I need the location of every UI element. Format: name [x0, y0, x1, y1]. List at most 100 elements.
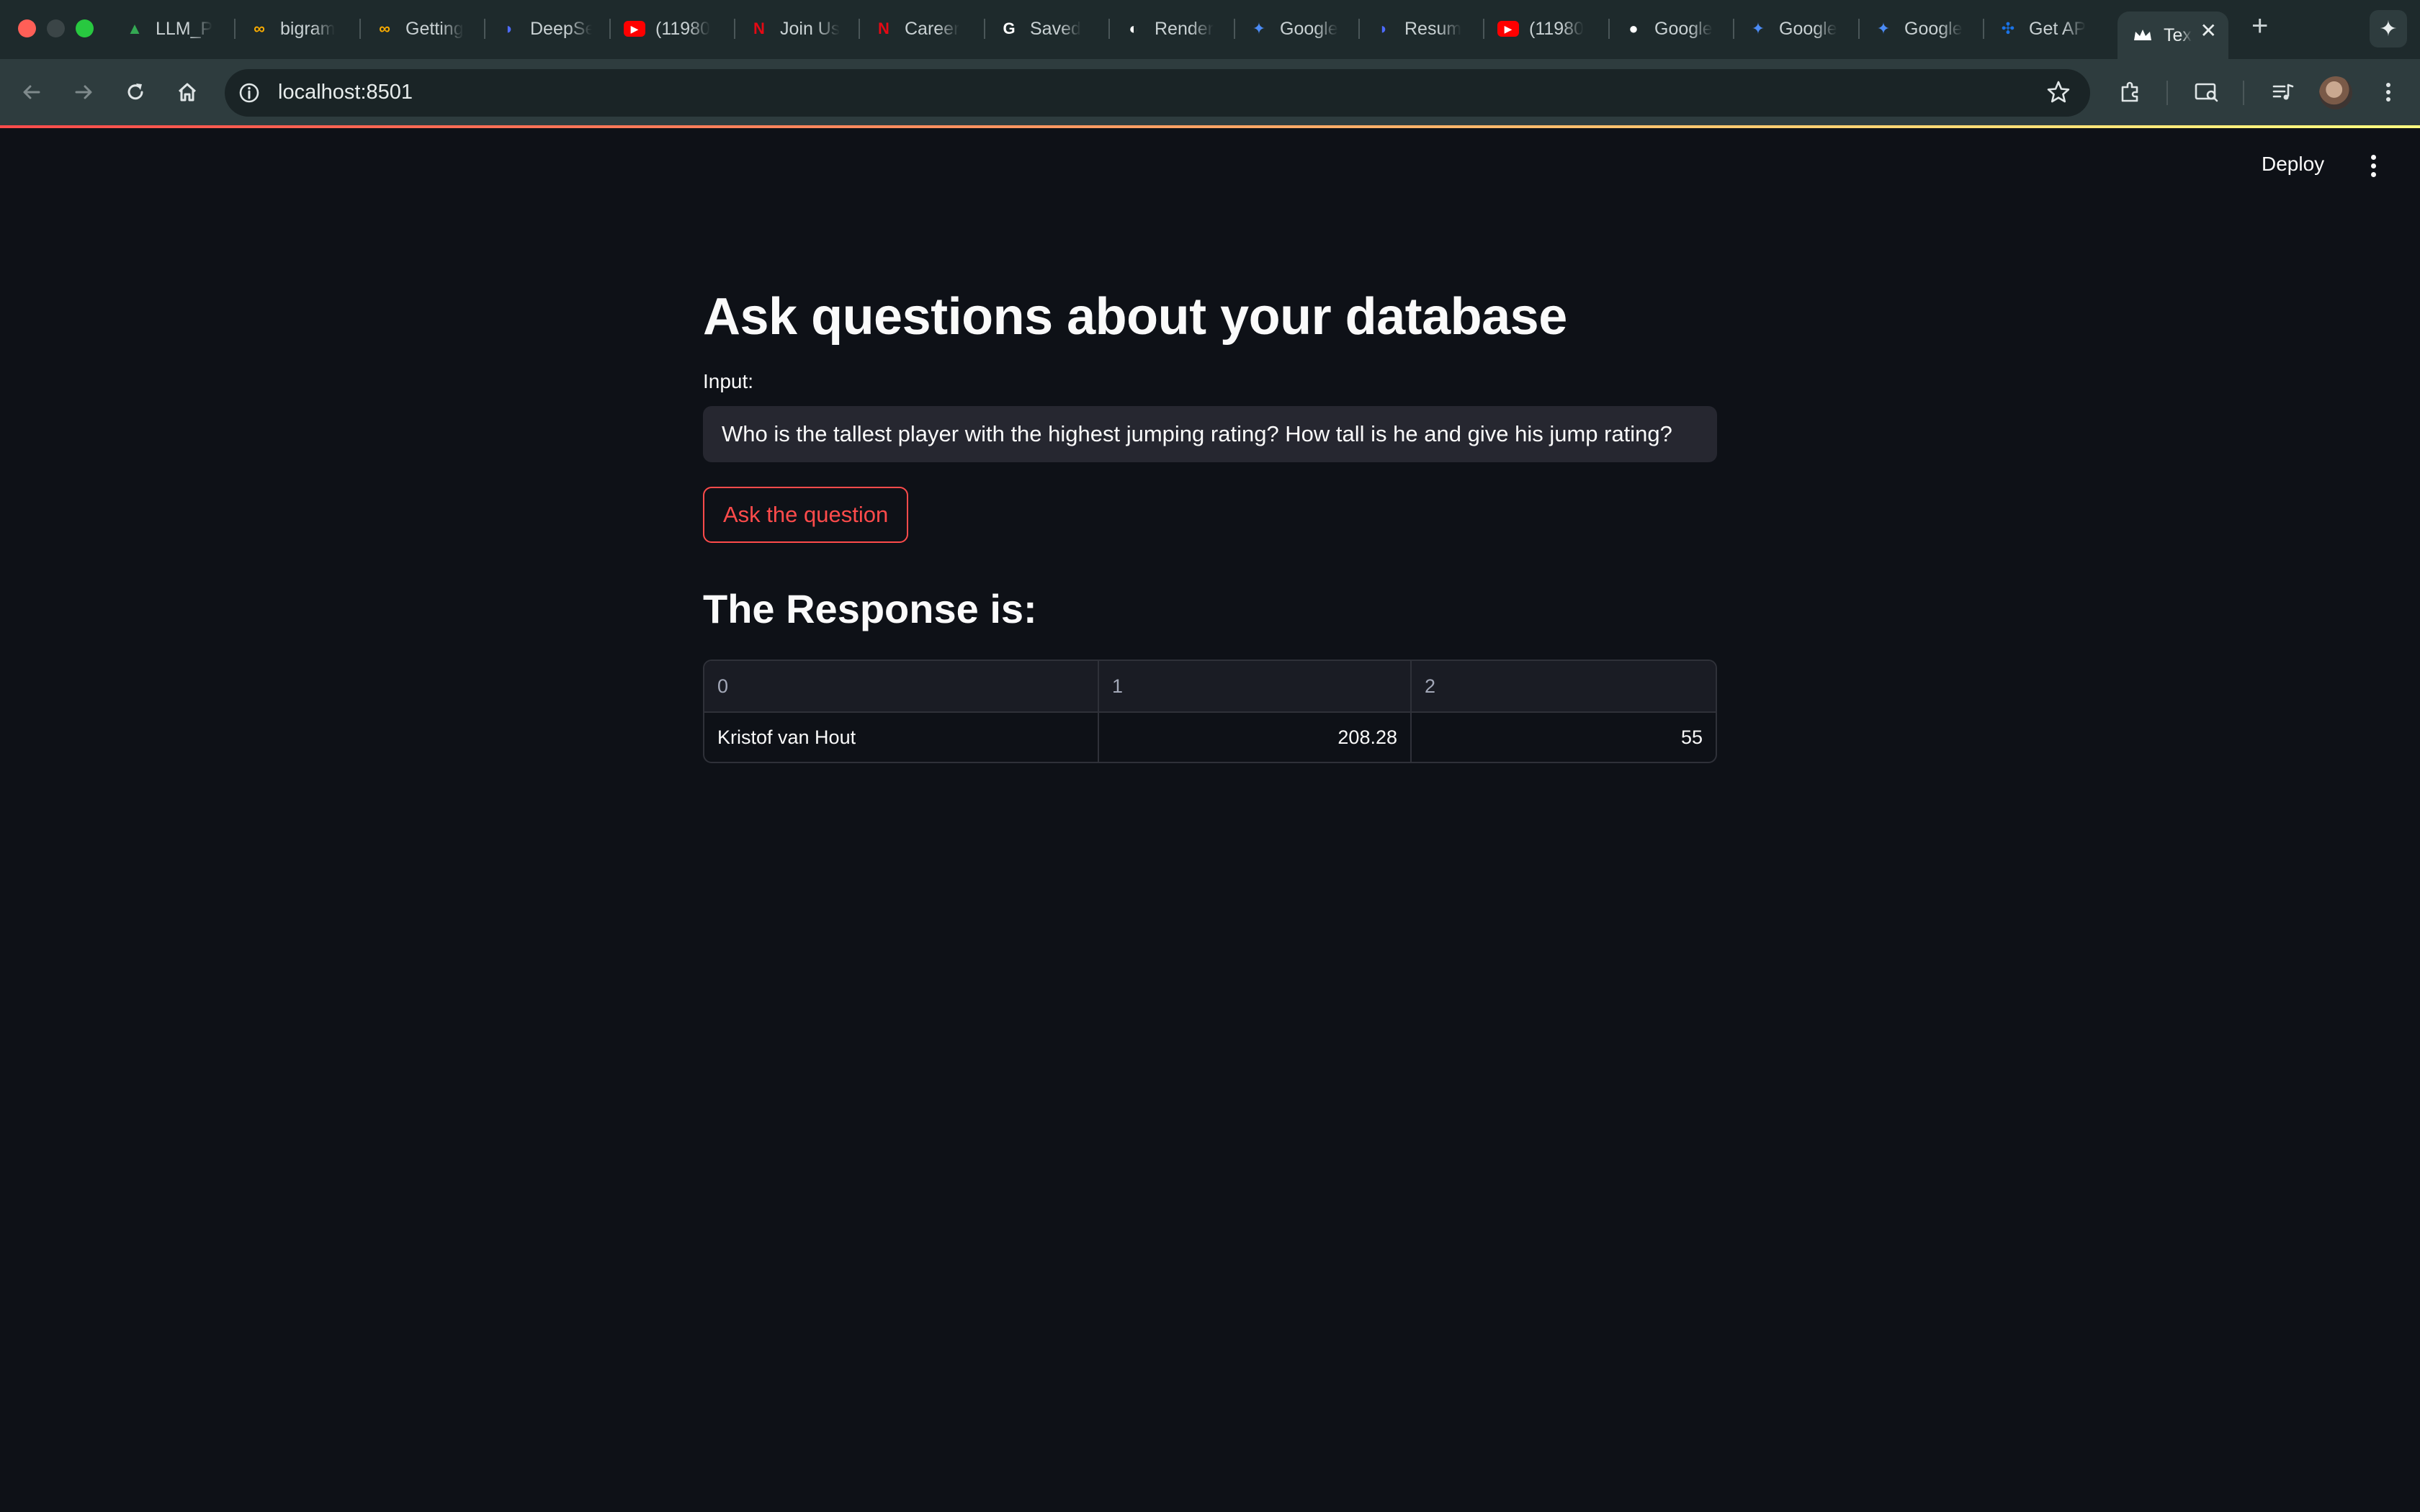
active-tab-label: Tex [2164, 24, 2192, 45]
colab-icon: ∞ [254, 19, 265, 37]
browser-tab[interactable]: ◗ Resum [1373, 12, 1495, 46]
tab-label: Getting [405, 18, 464, 39]
browser-tab[interactable]: ✦ Google [1873, 12, 1995, 46]
tab-label: DeepSe [530, 18, 592, 39]
table-header-row: 0 1 2 [704, 661, 1716, 711]
browser-tab[interactable]: ◐ Render [1123, 12, 1245, 46]
api-icon: ✣ [2001, 19, 2015, 37]
tab-label: Google [1280, 18, 1338, 39]
tab-label: (11980 [655, 18, 710, 39]
tab-label: Saved [1030, 18, 1081, 39]
gemini-sparkle-icon[interactable]: ✦ [2370, 10, 2407, 48]
new-tab-button[interactable]: + [2251, 10, 2268, 42]
netflix-icon: N [878, 19, 889, 37]
browser-tab[interactable]: N Join Us [748, 12, 871, 46]
input-label: Input: [703, 370, 754, 392]
column-header[interactable]: 2 [1410, 661, 1716, 711]
colab-icon: ∞ [379, 19, 390, 37]
browser-toolbar: localhost:8501 [0, 59, 2420, 125]
window-close-button[interactable] [18, 19, 36, 37]
close-tab-icon[interactable]: ✕ [2200, 19, 2217, 42]
tab-separator [1983, 19, 1984, 39]
gemini-icon: ✦ [1252, 19, 1266, 37]
browser-tab[interactable]: ∞ bigram [248, 12, 371, 46]
tab-separator [734, 19, 735, 39]
browser-tab[interactable]: ∞ Getting [374, 12, 496, 46]
toolbar-divider [2166, 81, 2168, 105]
bookmark-star-icon[interactable] [2045, 79, 2071, 109]
question-input[interactable] [703, 406, 1717, 462]
toolbar-divider [2243, 81, 2244, 105]
tab-label: Career [905, 18, 960, 39]
media-control-icon[interactable] [2266, 75, 2300, 109]
table-cell[interactable]: 208.28 [1098, 713, 1410, 762]
forward-arrow-icon[interactable] [66, 75, 101, 109]
browser-tab[interactable]: ● Google [1623, 12, 1745, 46]
youtube-icon: ▶ [1497, 21, 1519, 37]
browser-tab[interactable]: ▶ (11980 [624, 12, 746, 46]
browser-tab-strip: ▲ LLM_P ∞ bigram ∞ Getting ◗ DeepSe ▶ (11980 N Join… [0, 0, 2420, 59]
page-title: Ask questions about your database [703, 288, 1567, 346]
tab-separator [1108, 19, 1110, 39]
home-icon[interactable] [170, 75, 205, 109]
active-tab[interactable]: Tex ✕ [2118, 12, 2228, 59]
tab-label: Get AP [2029, 18, 2087, 39]
address-bar[interactable]: localhost:8501 [225, 69, 2090, 117]
browser-tab[interactable]: ✦ Google [1248, 12, 1371, 46]
tab-label: Join Us [780, 18, 841, 39]
gemini-icon: ✦ [1876, 19, 1891, 37]
search-tab-icon[interactable] [2190, 75, 2224, 109]
tab-separator [609, 19, 611, 39]
browser-tab[interactable]: ▶ (11980 [1497, 12, 1620, 46]
tab-separator [359, 19, 361, 39]
browser-tab[interactable]: N Career [873, 12, 995, 46]
site-info-icon[interactable] [238, 81, 261, 108]
streamlit-crown-icon [2132, 24, 2154, 46]
tab-separator [984, 19, 985, 39]
tab-label: (11980 [1529, 18, 1584, 39]
tab-label: Google [1654, 18, 1713, 39]
deepseek-icon: ◗ [504, 19, 514, 37]
reload-icon[interactable] [118, 75, 153, 109]
tab-label: LLM_P [156, 18, 213, 39]
tab-separator [234, 19, 236, 39]
streamlit-decoration-bar [0, 125, 2420, 128]
browser-tab[interactable]: ◗ DeepSe [498, 12, 621, 46]
browser-tab[interactable]: G Saved [998, 12, 1121, 46]
response-table[interactable]: 0 1 2 Kristof van Hout 208.28 55 [703, 660, 1717, 763]
extensions-puzzle-icon[interactable] [2113, 75, 2148, 109]
tab-separator [859, 19, 860, 39]
tab-separator [1858, 19, 1860, 39]
back-arrow-icon[interactable] [14, 75, 49, 109]
browser-tab[interactable]: ✦ Google [1747, 12, 1870, 46]
column-header[interactable]: 1 [1098, 661, 1410, 711]
ask-question-button[interactable]: Ask the question [703, 487, 909, 543]
column-header[interactable]: 0 [704, 661, 1098, 711]
google-icon: G [1003, 19, 1016, 37]
netflix-icon: N [753, 19, 765, 37]
window-minimize-button[interactable] [47, 19, 65, 37]
github-icon: ● [1628, 19, 1639, 37]
table-cell[interactable]: 55 [1410, 713, 1716, 762]
window-zoom-button[interactable] [76, 19, 94, 37]
tab-label: Google [1779, 18, 1837, 39]
tab-separator [1483, 19, 1484, 39]
tab-separator [1733, 19, 1734, 39]
profile-avatar[interactable] [2319, 76, 2352, 109]
page: ▲ LLM_P ∞ bigram ∞ Getting ◗ DeepSe ▶ (11980 N Join… [0, 0, 2420, 1512]
tab-label: Resum [1404, 18, 1462, 39]
table-cell[interactable]: Kristof van Hout [704, 713, 1098, 762]
browser-tab[interactable]: ✣ Get AP [1997, 12, 2120, 46]
chrome-menu-icon[interactable] [2371, 75, 2406, 109]
browser-tab[interactable]: ▲ LLM_P [124, 12, 246, 46]
tab-separator [1358, 19, 1360, 39]
tab-separator [484, 19, 485, 39]
tab-separator [1234, 19, 1235, 39]
deploy-button[interactable]: Deploy [2262, 153, 2324, 176]
main-content: Ask questions about your database Input:… [703, 281, 1717, 763]
response-heading: The Response is: [703, 586, 1037, 631]
tab-separator [1608, 19, 1610, 39]
google-drive-icon: ▲ [127, 19, 143, 37]
main-menu-icon[interactable] [2362, 151, 2384, 180]
render-icon: ◐ [1129, 19, 1139, 37]
